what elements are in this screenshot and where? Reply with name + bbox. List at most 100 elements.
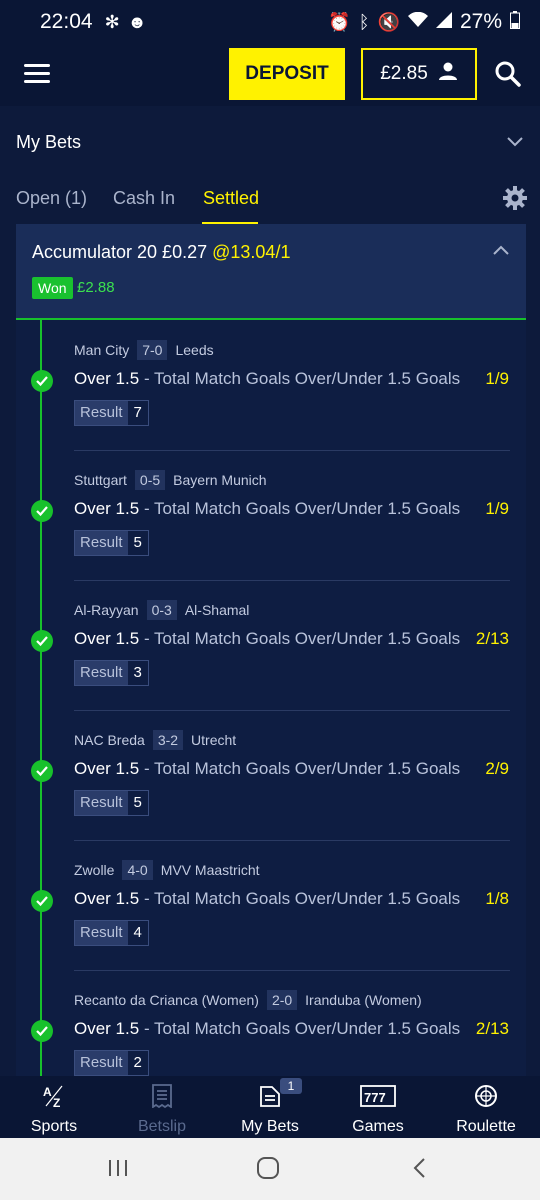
home-team: Zwolle: [74, 862, 115, 878]
away-team: Al-Shamal: [184, 602, 250, 618]
search-icon[interactable]: [494, 60, 522, 88]
svg-text:A: A: [43, 1085, 52, 1099]
result-value: 4: [127, 921, 148, 945]
bet-returns: £2.88: [77, 279, 115, 296]
result-box: Result 2: [74, 1050, 149, 1076]
home-icon[interactable]: [256, 1156, 280, 1180]
gear-icon[interactable]: [503, 186, 527, 210]
chevron-down-icon[interactable]: [506, 132, 524, 150]
divider: [74, 450, 510, 451]
bet-tabs: Open (1) Cash In Settled: [0, 176, 540, 224]
leg-odds: 2/13: [475, 629, 509, 648]
result-label: Result: [75, 1051, 128, 1075]
result-value: 3: [127, 661, 148, 685]
result-value: 7: [127, 401, 148, 425]
system-nav-bar: [0, 1138, 540, 1200]
nav-sports[interactable]: AZ Sports: [0, 1076, 108, 1138]
deposit-button[interactable]: DEPOSIT: [229, 48, 345, 100]
home-team: Recanto da Crianca (Women): [74, 992, 259, 1008]
battery-level: 27%: [459, 10, 502, 33]
selection-market: - Total Match Goals Over/Under 1.5 Goals: [143, 629, 461, 648]
tab-settled[interactable]: Settled: [203, 188, 259, 209]
result-value: 5: [127, 531, 148, 555]
away-team: Leeds: [175, 342, 214, 358]
bottom-nav: AZ Sports Betslip 1 My Bets 777 Games Ro…: [0, 1076, 540, 1138]
nav-games[interactable]: 777 Games: [324, 1076, 432, 1138]
score: 3-2: [152, 730, 184, 750]
away-team: Iranduba (Women): [305, 992, 422, 1008]
home-team: Al-Rayyan: [74, 602, 139, 618]
selection-pick: Over 1.5: [74, 499, 140, 518]
nav-label: Games: [352, 1118, 404, 1135]
tab-cash-in[interactable]: Cash In: [113, 188, 175, 209]
selection-pick: Over 1.5: [74, 889, 140, 908]
recent-apps-icon[interactable]: [106, 1156, 130, 1180]
selection-pick: Over 1.5: [74, 759, 140, 778]
nav-roulette[interactable]: Roulette: [432, 1076, 540, 1138]
roulette-icon: [474, 1084, 498, 1108]
chevron-up-icon[interactable]: [492, 242, 510, 260]
leg-odds: 2/9: [485, 759, 509, 778]
score: 0-3: [146, 600, 177, 620]
balance-amount: £2.85: [380, 63, 428, 84]
selection-market: - Total Match Goals Over/Under 1.5 Goals: [143, 1019, 461, 1038]
result-box: Result 4: [74, 920, 149, 946]
signal-icon: [435, 11, 452, 33]
result-value: 5: [127, 791, 148, 815]
slots-icon: 777: [360, 1084, 396, 1108]
leg-odds: 1/9: [485, 369, 509, 388]
nav-label: Roulette: [456, 1118, 516, 1135]
status-bar: 22:04 ✻ ☻ ⏰ ᛒ 🔇 27%: [0, 0, 540, 44]
result-value: 2: [127, 1051, 148, 1075]
bet-title: Accumulator 20 £0.27: [32, 242, 208, 262]
check-icon: [31, 500, 53, 522]
selection-pick: Over 1.5: [74, 369, 140, 388]
status-badge: Won: [32, 277, 73, 299]
az-icon: AZ: [42, 1084, 66, 1110]
nav-label: Sports: [30, 1118, 78, 1135]
result-box: Result 5: [74, 530, 149, 556]
back-icon[interactable]: [408, 1156, 432, 1180]
result-label: Result: [75, 531, 128, 555]
score: 4-0: [122, 860, 153, 880]
away-team: MVV Maastricht: [160, 862, 260, 878]
my-bets-header[interactable]: My Bets: [0, 106, 540, 176]
bet-card: Accumulator 20 £0.27 @13.04/1 Won £2.88 …: [16, 224, 526, 1076]
check-icon: [31, 890, 53, 912]
tab-open[interactable]: Open (1): [16, 188, 87, 209]
leg-odds: 2/13: [475, 1019, 509, 1038]
result-label: Result: [75, 661, 128, 685]
page-title: My Bets: [16, 132, 82, 152]
result-label: Result: [75, 921, 128, 945]
divider: [74, 710, 510, 711]
check-icon: [31, 370, 53, 392]
alarm-icon: ⏰: [328, 11, 351, 32]
result-label: Result: [75, 401, 128, 425]
nav-my-bets[interactable]: 1 My Bets: [216, 1076, 324, 1138]
account-balance-button[interactable]: £2.85: [361, 48, 477, 100]
result-box: Result 5: [74, 790, 149, 816]
svg-text:Z: Z: [53, 1096, 60, 1108]
app-notification-icon: ☻: [127, 11, 147, 32]
home-team: NAC Breda: [74, 732, 145, 748]
list-item: Recanto da Crianca (Women) 2-0 Iranduba …: [16, 970, 526, 1076]
leg-odds: 1/9: [485, 499, 509, 518]
mybets-icon: [258, 1084, 282, 1108]
list-item: Zwolle 4-0 MVV Maastricht Over 1.5 - Tot…: [16, 840, 526, 970]
check-icon: [31, 1020, 53, 1042]
svg-text:777: 777: [364, 1090, 386, 1105]
result-label: Result: [75, 791, 128, 815]
list-item: Al-Rayyan 0-3 Al-Shamal Over 1.5 - Total…: [16, 580, 526, 710]
divider: [74, 970, 510, 971]
menu-icon[interactable]: [24, 64, 50, 84]
selection-market: - Total Match Goals Over/Under 1.5 Goals: [143, 759, 461, 778]
bet-card-header[interactable]: Accumulator 20 £0.27 @13.04/1 Won £2.88: [16, 224, 526, 319]
away-team: Bayern Munich: [173, 472, 267, 488]
home-team: Stuttgart: [74, 472, 127, 488]
mute-icon: 🔇: [377, 11, 400, 32]
away-team: Utrecht: [191, 732, 237, 748]
nav-betslip[interactable]: Betslip: [108, 1076, 216, 1138]
selection-market: - Total Match Goals Over/Under 1.5 Goals: [143, 889, 461, 908]
notification-badge: 1: [280, 1078, 302, 1094]
score: 0-5: [134, 470, 166, 490]
